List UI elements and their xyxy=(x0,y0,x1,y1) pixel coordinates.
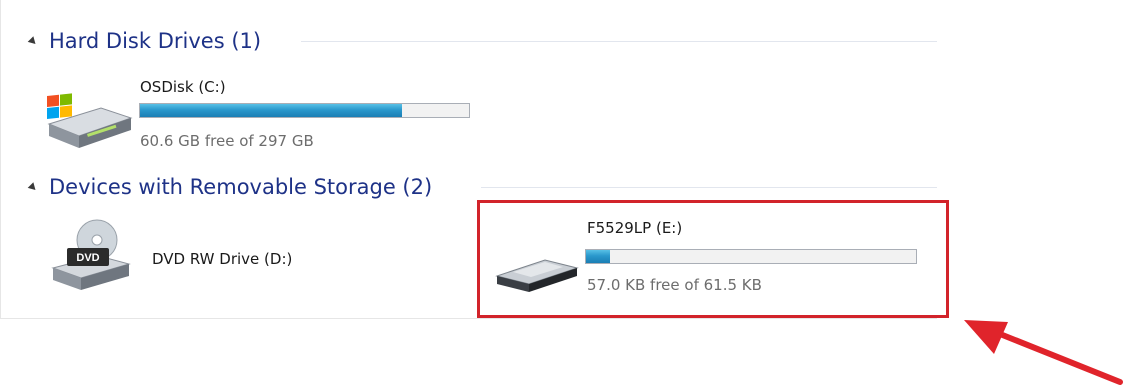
dvd-drive-icon: DVD xyxy=(51,219,131,290)
drive-usage-fill-c xyxy=(140,104,402,117)
group-header-hard-disk[interactable]: Hard Disk Drives (1) xyxy=(27,24,262,58)
drive-name-c: OSDisk (C:) xyxy=(140,78,226,96)
group-header-removable[interactable]: Devices with Removable Storage (2) xyxy=(27,170,433,204)
dvd-badge-text: DVD xyxy=(76,252,99,264)
collapse-triangle-icon[interactable] xyxy=(27,35,39,47)
group-title-hard-disk: Hard Disk Drives (1) xyxy=(49,29,262,53)
highlight-box xyxy=(477,200,949,318)
drive-free-c: 60.6 GB free of 297 GB xyxy=(140,132,314,150)
group-divider xyxy=(301,41,937,42)
drive-name-d: DVD RW Drive (D:) xyxy=(152,250,293,268)
group-title-removable: Devices with Removable Storage (2) xyxy=(49,175,433,199)
collapse-triangle-icon[interactable] xyxy=(27,181,39,193)
group-divider xyxy=(481,187,937,188)
windows-hard-drive-icon xyxy=(47,93,133,148)
drive-usage-bar-c xyxy=(139,103,470,118)
red-arrow-annotation xyxy=(964,320,1123,385)
